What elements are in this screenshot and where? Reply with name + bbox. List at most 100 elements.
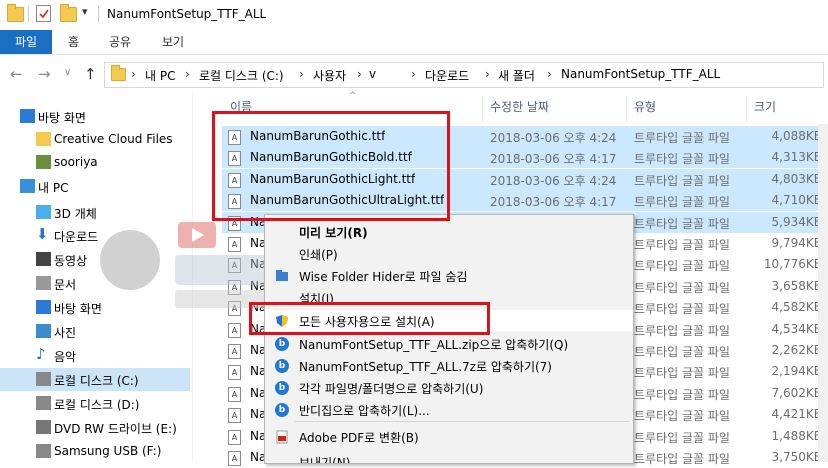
context-menu-label: 인쇄(P): [299, 248, 338, 262]
download-icon: ⬇: [36, 225, 49, 243]
creative-cloud-folder-icon: [36, 132, 51, 146]
bandizip-icon: b: [275, 359, 289, 373]
breadcrumb-separator[interactable]: ›: [357, 67, 362, 81]
breadcrumb-new-folder[interactable]: 새 폴더: [498, 67, 535, 84]
column-divider[interactable]: [626, 96, 627, 122]
forward-arrow-icon[interactable]: →: [38, 65, 51, 83]
context-menu-item[interactable]: 보내기(N): [265, 451, 633, 464]
bandizip-icon: b: [275, 337, 289, 351]
nav-item-label: 다운로드: [54, 230, 99, 244]
context-menu-label: 반디집으로 압축하기(L)...: [299, 404, 430, 418]
file-size: 2,194KB: [771, 364, 822, 379]
quick-access-dropdown-icon[interactable]: ▾: [82, 5, 88, 18]
nav-item-label: sooriya: [54, 155, 98, 169]
file-type: 트루타입 글꼴 파일: [634, 387, 730, 402]
breadcrumb-separator[interactable]: ›: [411, 67, 416, 81]
file-type: 트루타입 글꼴 파일: [634, 345, 730, 359]
ribbon-tabs: 파일 홈 공유 보기: [0, 30, 828, 55]
font-file-icon: A: [228, 429, 241, 445]
breadcrumb-separator[interactable]: ›: [131, 67, 136, 81]
file-type: 트루타입 글꼴 파일: [634, 195, 730, 210]
highlight-box: [249, 302, 490, 335]
file-type: 트루타입 글꼴 파일: [634, 259, 730, 274]
file-date: 2018-03-06 오후 4:24: [490, 131, 617, 145]
file-type: 트루타입 글꼴 파일: [634, 173, 730, 188]
sort-ascending-icon: ^: [349, 91, 357, 101]
nav-item[interactable]: sooriya: [0, 151, 190, 174]
file-date: 2018-03-06 오후 4:24: [490, 173, 617, 188]
new-folder-icon[interactable]: [60, 4, 77, 22]
breadcrumb-pc[interactable]: 내 PC: [145, 67, 175, 84]
breadcrumb-user[interactable]: v: [369, 67, 376, 81]
tab-home[interactable]: 홈: [68, 30, 79, 54]
nav-item[interactable]: 로컬 디스크 (D:): [0, 392, 190, 415]
nav-item[interactable]: Samsung USB (F:): [0, 440, 190, 463]
column-divider[interactable]: [482, 96, 483, 122]
nav-item[interactable]: 사진: [0, 320, 190, 343]
file-size: 4,313KB: [771, 150, 822, 165]
context-menu-item[interactable]: Wise Folder Hider로 파일 숨김: [265, 265, 633, 286]
breadcrumb-separator[interactable]: ›: [485, 67, 490, 81]
nav-item[interactable]: 내 PC: [0, 175, 190, 198]
vertical-scrollbar[interactable]: [818, 124, 828, 462]
file-type: 트루타입 글꼴 파일: [634, 280, 730, 295]
column-header-size[interactable]: 크기: [754, 96, 776, 122]
nav-item-label: 로컬 디스크 (C:): [54, 374, 139, 388]
context-menu-label: NanumFontSetup_TTF_ALL.zip으로 압축하기(Q): [299, 338, 569, 352]
context-menu-item[interactable]: b NanumFontSetup_TTF_ALL.7z로 압축하기(7): [265, 355, 633, 376]
context-menu-item[interactable]: b 반디집으로 압축하기(L)...: [265, 399, 633, 420]
context-menu-label: 미리 보기(R): [299, 226, 368, 240]
nav-item-label: 3D 개체: [54, 207, 97, 221]
file-type: 트루타입 글꼴 파일: [634, 131, 730, 145]
file-size: 4,803KB: [771, 171, 822, 186]
back-arrow-icon[interactable]: ←: [10, 65, 23, 83]
tab-share[interactable]: 공유: [109, 30, 131, 54]
folder-icon: [7, 4, 24, 22]
file-type: 트루타입 글꼴 파일: [634, 302, 730, 317]
breadcrumb-current-folder[interactable]: NanumFontSetup_TTF_ALL: [561, 67, 720, 81]
file-size: 2,262KB: [771, 343, 822, 357]
highlight-box: [212, 111, 450, 221]
context-menu-label: 보내기(N): [299, 456, 351, 464]
properties-icon[interactable]: [36, 5, 51, 22]
pc-icon: [20, 179, 35, 193]
desktop-icon: [36, 300, 51, 314]
context-menu-item[interactable]: 인쇄(P): [265, 243, 633, 264]
folder-icon: [111, 65, 126, 81]
dvd-icon: [36, 420, 51, 434]
file-size: 4,088KB: [771, 129, 822, 143]
address-bar[interactable]: › 내 PC › 로컬 디스크 (C:) › 사용자 › v › 다운로드 › …: [104, 62, 824, 88]
column-divider[interactable]: [746, 96, 747, 122]
file-size: 10,776KB: [763, 257, 822, 272]
context-menu-item[interactable]: 미리 보기(R): [265, 221, 633, 242]
breadcrumb-downloads[interactable]: 다운로드: [425, 67, 469, 84]
nav-item[interactable]: DVD RW 드라이브 (E:): [0, 416, 190, 439]
nav-item-label: 내 PC: [38, 181, 69, 195]
context-menu-item[interactable]: Adobe PDF로 변환(B): [265, 426, 633, 447]
breadcrumb-separator[interactable]: ›: [547, 67, 552, 81]
breadcrumb-separator[interactable]: ›: [185, 67, 190, 81]
column-header-date[interactable]: 수정한 날짜: [490, 96, 549, 122]
nav-item[interactable]: 바탕 화면: [0, 105, 190, 128]
file-size: 1,488KB: [771, 428, 822, 443]
recent-locations-icon[interactable]: ∨: [64, 67, 71, 78]
file-size: 7,602KB: [771, 385, 822, 400]
column-header-type[interactable]: 유형: [634, 96, 656, 122]
font-file-icon: A: [228, 344, 241, 359]
font-file-icon: A: [228, 386, 241, 402]
nav-item[interactable]: 로컬 디스크 (C:): [0, 368, 190, 391]
tab-view[interactable]: 보기: [162, 30, 184, 54]
nav-item[interactable]: ♪ 음악: [0, 344, 190, 367]
context-menu-item[interactable]: b 각각 파일명/폴더명으로 압축하기(U): [265, 377, 633, 398]
breadcrumb-separator[interactable]: ›: [299, 67, 304, 81]
adobe-pdf-icon: [275, 430, 289, 444]
tab-file[interactable]: 파일: [0, 30, 52, 54]
context-menu-item[interactable]: b NanumFontSetup_TTF_ALL.zip으로 압축하기(Q): [265, 333, 633, 354]
up-arrow-icon[interactable]: ↑: [84, 65, 97, 83]
nav-item[interactable]: Creative Cloud Files: [0, 128, 190, 151]
breadcrumb-drive-c[interactable]: 로컬 디스크 (C:): [199, 67, 284, 84]
document-icon: [36, 276, 51, 290]
breadcrumb-users[interactable]: 사용자: [313, 67, 346, 84]
nav-item-label: 사진: [54, 326, 77, 340]
bandizip-icon: b: [275, 381, 289, 395]
